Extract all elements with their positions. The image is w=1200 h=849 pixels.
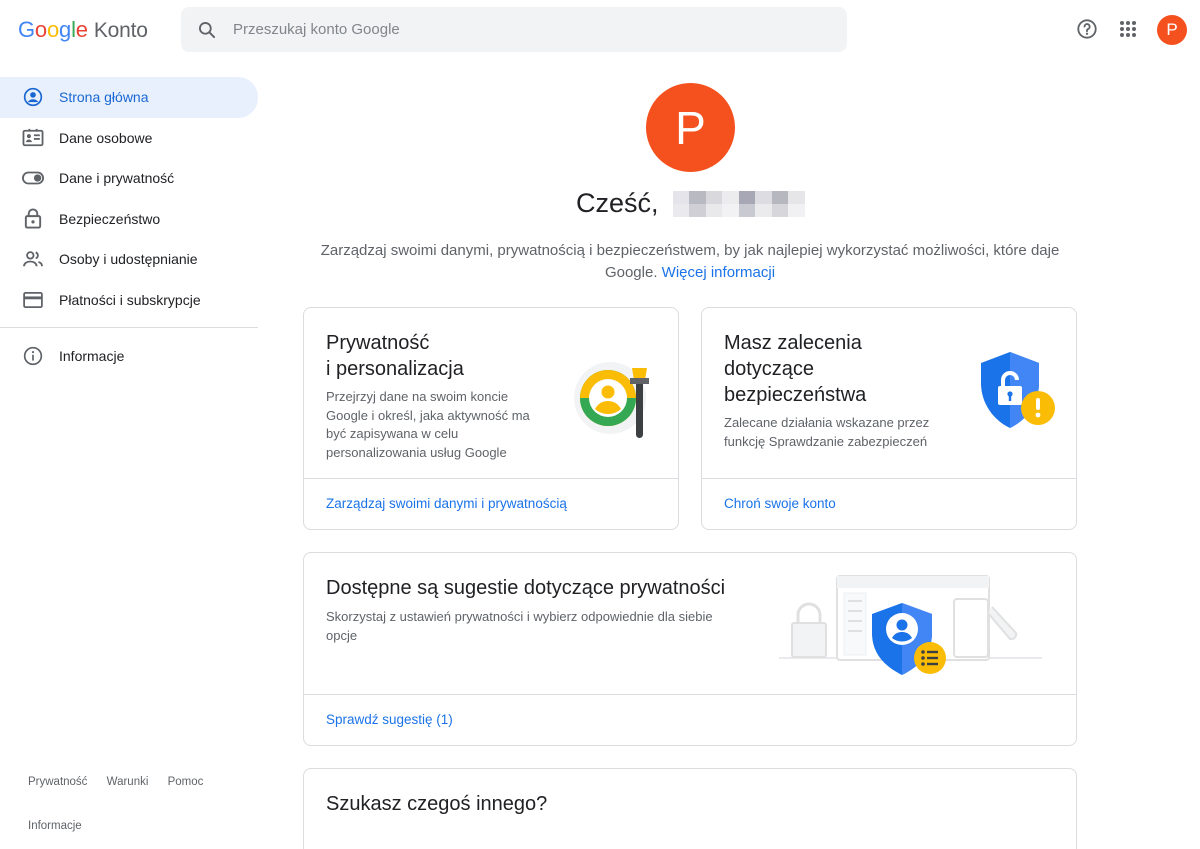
sidebar-item-personal-info[interactable]: Dane osobowe [0,118,258,159]
id-card-icon [22,127,44,149]
sidebar-item-label: Osoby i udostępnianie [59,251,198,268]
card-divider [304,694,1076,695]
sidebar-item-payments[interactable]: Płatności i subskrypcje [0,280,258,321]
privacy-suggestions-illustration-icon [779,575,1042,675]
people-icon [22,248,44,270]
sidebar-item-people-sharing[interactable]: Osoby i udostępnianie [0,239,258,280]
card-title: Prywatność i personalizacja [326,330,464,382]
card-description: Skorzystaj z ustawień prywatności i wybi… [326,609,713,643]
person-circle-icon [22,86,44,108]
sidebar-item-security[interactable]: Bezpieczeństwo [0,199,258,240]
sidebar-item-label: Informacje [59,348,125,365]
privacy-illustration-icon [574,362,649,438]
info-icon [22,345,44,367]
protect-account-link[interactable]: Chroń swoje konto [724,496,836,511]
sidebar-item-label: Bezpieczeństwo [59,210,161,227]
sidebar-item-label: Płatności i subskrypcje [59,291,201,308]
sidebar-divider [0,327,258,328]
greeting-text: Cześć, [576,188,659,218]
card-divider [702,478,1076,479]
search-icon[interactable] [181,20,233,40]
manage-data-link[interactable]: Zarządzaj swoimi danymi i prywatnością [326,496,567,511]
card-title-line: i personalizacja [326,358,464,380]
footer-info-link[interactable]: Informacje [28,820,82,832]
card-title-line: Prywatność [326,332,430,354]
security-shield-icon [981,352,1055,428]
sidebar-item-home[interactable]: Strona główna [0,77,258,118]
credit-card-icon [22,289,44,311]
toggle-icon [22,167,44,189]
profile-avatar[interactable]: P [646,83,735,172]
card-title: Szukasz czegoś innego? [326,793,548,815]
logo-letter: g [59,17,72,42]
help-icon[interactable] [1073,15,1101,43]
help-link[interactable]: Pomoc [168,776,204,788]
security-recommendations-card[interactable]: Masz zalecenia dotyczące bezpieczeństwa … [701,307,1077,530]
logo-letter: e [75,17,88,42]
card-description: Przejrzyj dane na swoim koncie Google i … [326,389,530,460]
sidebar-item-about[interactable]: Informacje [0,336,258,377]
search-input[interactable] [233,21,813,38]
logo-letter: G [18,17,35,42]
logo-letter: o [34,17,47,42]
sidebar-item-label: Strona główna [59,89,149,106]
greeting: Cześć, [576,188,805,219]
top-bar: Google Konto P [0,0,1200,60]
looking-for-something-else-card: Szukasz czegoś innego? [303,768,1077,849]
search-bar[interactable] [181,7,847,52]
sidebar-item-label: Dane i prywatność [59,170,175,187]
product-name: Konto [93,19,148,42]
intro-text: Zarządzaj swoimi danymi, prywatnością i … [312,240,1068,284]
card-title: Masz zalecenia dotyczące bezpieczeństwa [724,332,867,406]
sidebar-item-label: Dane osobowe [59,129,153,146]
privacy-link[interactable]: Prywatność [28,776,87,788]
privacy-suggestions-card[interactable]: Dostępne są sugestie dotyczące prywatnoś… [303,552,1077,746]
card-title: Dostępne są sugestie dotyczące prywatnoś… [326,577,726,599]
footer-links: Prywatność Warunki Pomoc [28,776,219,788]
privacy-personalization-card[interactable]: Prywatność i personalizacja Przejrzyj da… [303,307,679,530]
google-account-logo[interactable]: Google Konto [18,17,148,43]
card-description: Zalecane działania wskazane przez funkcj… [724,415,930,449]
redacted-name [672,190,805,217]
apps-grid-icon[interactable] [1114,15,1142,43]
card-divider [304,478,678,479]
account-avatar[interactable]: P [1157,15,1187,45]
logo-letter: o [46,17,60,42]
sidebar-item-data-privacy[interactable]: Dane i prywatność [0,158,258,199]
sidebar-nav: Strona główna Dane osobowe Dane i prywat… [0,77,258,377]
check-suggestion-link[interactable]: Sprawdź sugestię (1) [326,712,453,727]
learn-more-link[interactable]: Więcej informacji [662,264,775,281]
lock-icon [22,208,44,230]
terms-link[interactable]: Warunki [107,776,149,788]
